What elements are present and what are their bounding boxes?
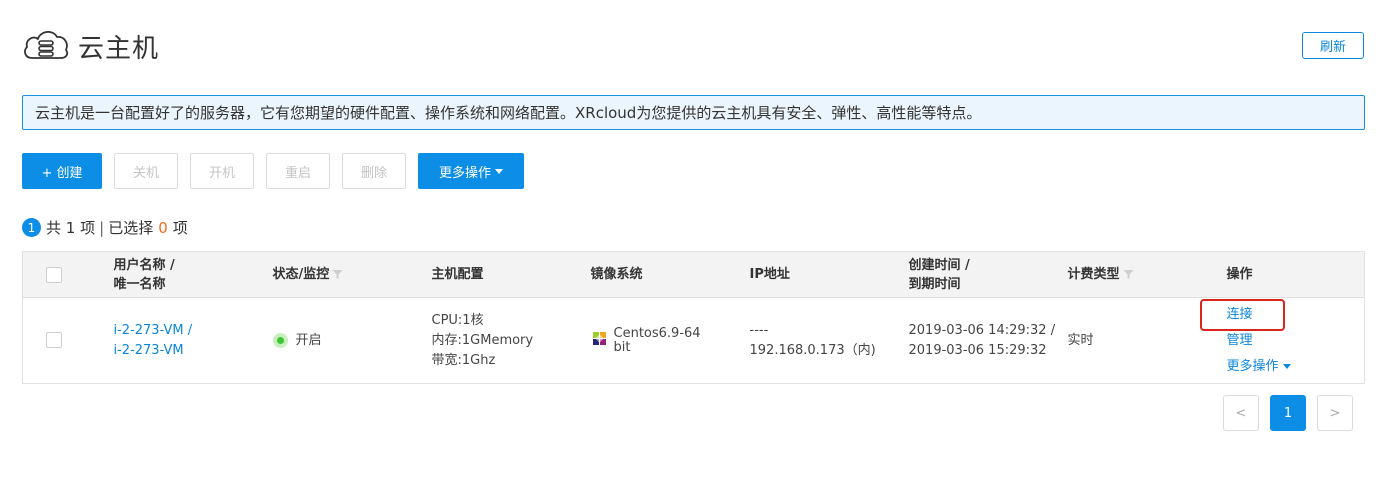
selection-summary: 1 共 1 项 | 已选择 0 项 <box>22 217 188 238</box>
header-name-line2: 唯一名称 <box>113 276 166 292</box>
header-billing: 计费类型 <box>1068 252 1227 298</box>
delete-button[interactable]: 删除 <box>342 153 406 189</box>
row-select-cell <box>22 297 114 384</box>
summary-divider: | <box>99 218 105 237</box>
actions-cell: 连接 管理 更多操作 <box>1199 297 1365 384</box>
shutdown-button[interactable]: 关机 <box>114 153 178 189</box>
manage-action: 管理 <box>1227 328 1365 354</box>
status-running-icon <box>272 332 288 348</box>
page-header: 云主机 <box>22 26 159 66</box>
restart-button[interactable]: 重启 <box>266 153 330 189</box>
selected-suffix: 项 <box>172 219 188 237</box>
header-status: 状态/监控 <box>273 252 432 298</box>
header-time-line2: 到期时间 <box>908 276 961 292</box>
header-config: 主机配置 <box>431 267 484 282</box>
header-image: 镜像系统 <box>590 267 643 282</box>
selected-prefix: 已选择 <box>108 219 154 237</box>
os-name: Centos6.9-64 bit <box>613 325 701 355</box>
prev-page-button[interactable]: < <box>1223 395 1259 431</box>
select-all-checkbox[interactable] <box>46 266 62 283</box>
config-cell: CPU:1核 内存:1GMemory 带宽:1Ghz <box>431 297 591 384</box>
selected-count: 0 <box>158 218 168 237</box>
page-title: 云主机 <box>78 33 160 64</box>
billing-cell: 实时 <box>1067 297 1227 384</box>
more-actions-label: 更多操作 <box>438 165 491 181</box>
status-text: 开启 <box>295 332 322 348</box>
filter-icon[interactable] <box>332 269 343 280</box>
header-actions: 操作 <box>1226 267 1253 282</box>
more-actions-button[interactable]: 更多操作 <box>418 153 524 189</box>
cloud-server-icon <box>24 31 69 59</box>
expire-time: 2019-03-06 15:29:32 <box>908 342 1047 358</box>
restart-button-label: 重启 <box>284 165 311 181</box>
row-checkbox[interactable] <box>46 332 62 348</box>
ip-private: 192.168.0.173（内) <box>749 342 876 358</box>
name-cell: i-2-273-VM / i-2-273-VM <box>113 297 273 384</box>
header-time-line1: 创建时间 / <box>908 257 970 273</box>
table-header-row: 用户名称 / 唯一名称 状态/监控 主机配置 镜像系统 IP地址 创建时间 / 到期… <box>22 251 1365 298</box>
info-text: 云主机是一台配置好了的服务器，它有您期望的硬件配置、操作系统和网络配置。XRcl… <box>35 104 982 122</box>
image-cell: Centos6.9-64 bit <box>590 297 750 384</box>
total-count: 1 <box>65 218 76 237</box>
power-on-button[interactable]: 开机 <box>190 153 254 189</box>
connect-wrap: 连接 <box>1199 298 1285 331</box>
power-on-button-label: 开机 <box>208 165 235 181</box>
delete-button-label: 删除 <box>360 165 387 181</box>
header-name-line1: 用户名称 / <box>113 257 175 273</box>
shutdown-button-label: 关机 <box>132 165 159 181</box>
total-prefix: 共 <box>46 219 62 237</box>
ip-cell: ---- 192.168.0.173（内) <box>749 297 909 384</box>
os-name-line1: Centos6.9-64 <box>613 325 701 341</box>
count-badge: 1 <box>22 218 41 237</box>
connect-link[interactable]: 连接 <box>1227 307 1253 322</box>
toolbar: + 创建 关机 开机 重启 删除 更多操作 <box>22 153 536 189</box>
table-row: i-2-273-VM / i-2-273-VM 开启 CPU:1核 内存:1GM… <box>22 297 1365 384</box>
create-button[interactable]: + 创建 <box>22 153 102 189</box>
user-name-link[interactable]: i-2-273-VM / <box>114 321 273 341</box>
next-page-button[interactable]: > <box>1317 395 1353 431</box>
centos-logo-icon <box>592 331 606 345</box>
ip-public: ---- <box>749 322 769 338</box>
connect-action: 连接 <box>1199 298 1365 331</box>
total-suffix: 项 <box>80 219 96 237</box>
status-cell: 开启 <box>272 297 432 384</box>
os-name-line2: bit <box>613 339 631 355</box>
row-more-actions-label: 更多操作 <box>1226 358 1279 374</box>
info-banner: 云主机是一台配置好了的服务器，它有您期望的硬件配置、操作系统和网络配置。XRcl… <box>22 95 1365 130</box>
row-more-action: 更多操作 <box>1227 354 1365 380</box>
pagination: < 1 > <box>1223 395 1364 431</box>
header-name: 用户名称 / 唯一名称 <box>114 252 273 298</box>
config-cpu: CPU:1核 <box>431 312 484 328</box>
time-cell: 2019-03-06 14:29:32 / 2019-03-06 15:29:3… <box>908 297 1068 384</box>
header-status-label: 状态/监控 <box>272 267 330 282</box>
create-button-label: + 创建 <box>41 165 83 181</box>
select-all-cell <box>23 252 114 298</box>
page-1-button[interactable]: 1 <box>1270 395 1306 431</box>
config-bandwidth: 带宽:1Ghz <box>431 352 496 368</box>
caret-down-icon <box>495 168 503 174</box>
vm-table: 用户名称 / 唯一名称 状态/监控 主机配置 镜像系统 IP地址 创建时间 / 到期… <box>22 251 1365 384</box>
config-memory: 内存:1GMemory <box>431 332 534 348</box>
refresh-button[interactable]: 刷新 <box>1302 32 1364 59</box>
manage-link[interactable]: 管理 <box>1227 333 1253 348</box>
row-more-actions-link[interactable]: 更多操作 <box>1227 359 1291 374</box>
header-billing-label: 计费类型 <box>1067 267 1120 282</box>
header-ip: IP地址 <box>749 267 790 282</box>
unique-name-link[interactable]: i-2-273-VM <box>114 341 273 361</box>
row-actions: 连接 管理 更多操作 <box>1199 298 1365 380</box>
caret-down-icon <box>1282 363 1291 369</box>
created-time: 2019-03-06 14:29:32 / <box>908 322 1056 338</box>
header-time: 创建时间 / 到期时间 <box>909 252 1068 298</box>
filter-icon[interactable] <box>1123 269 1134 280</box>
